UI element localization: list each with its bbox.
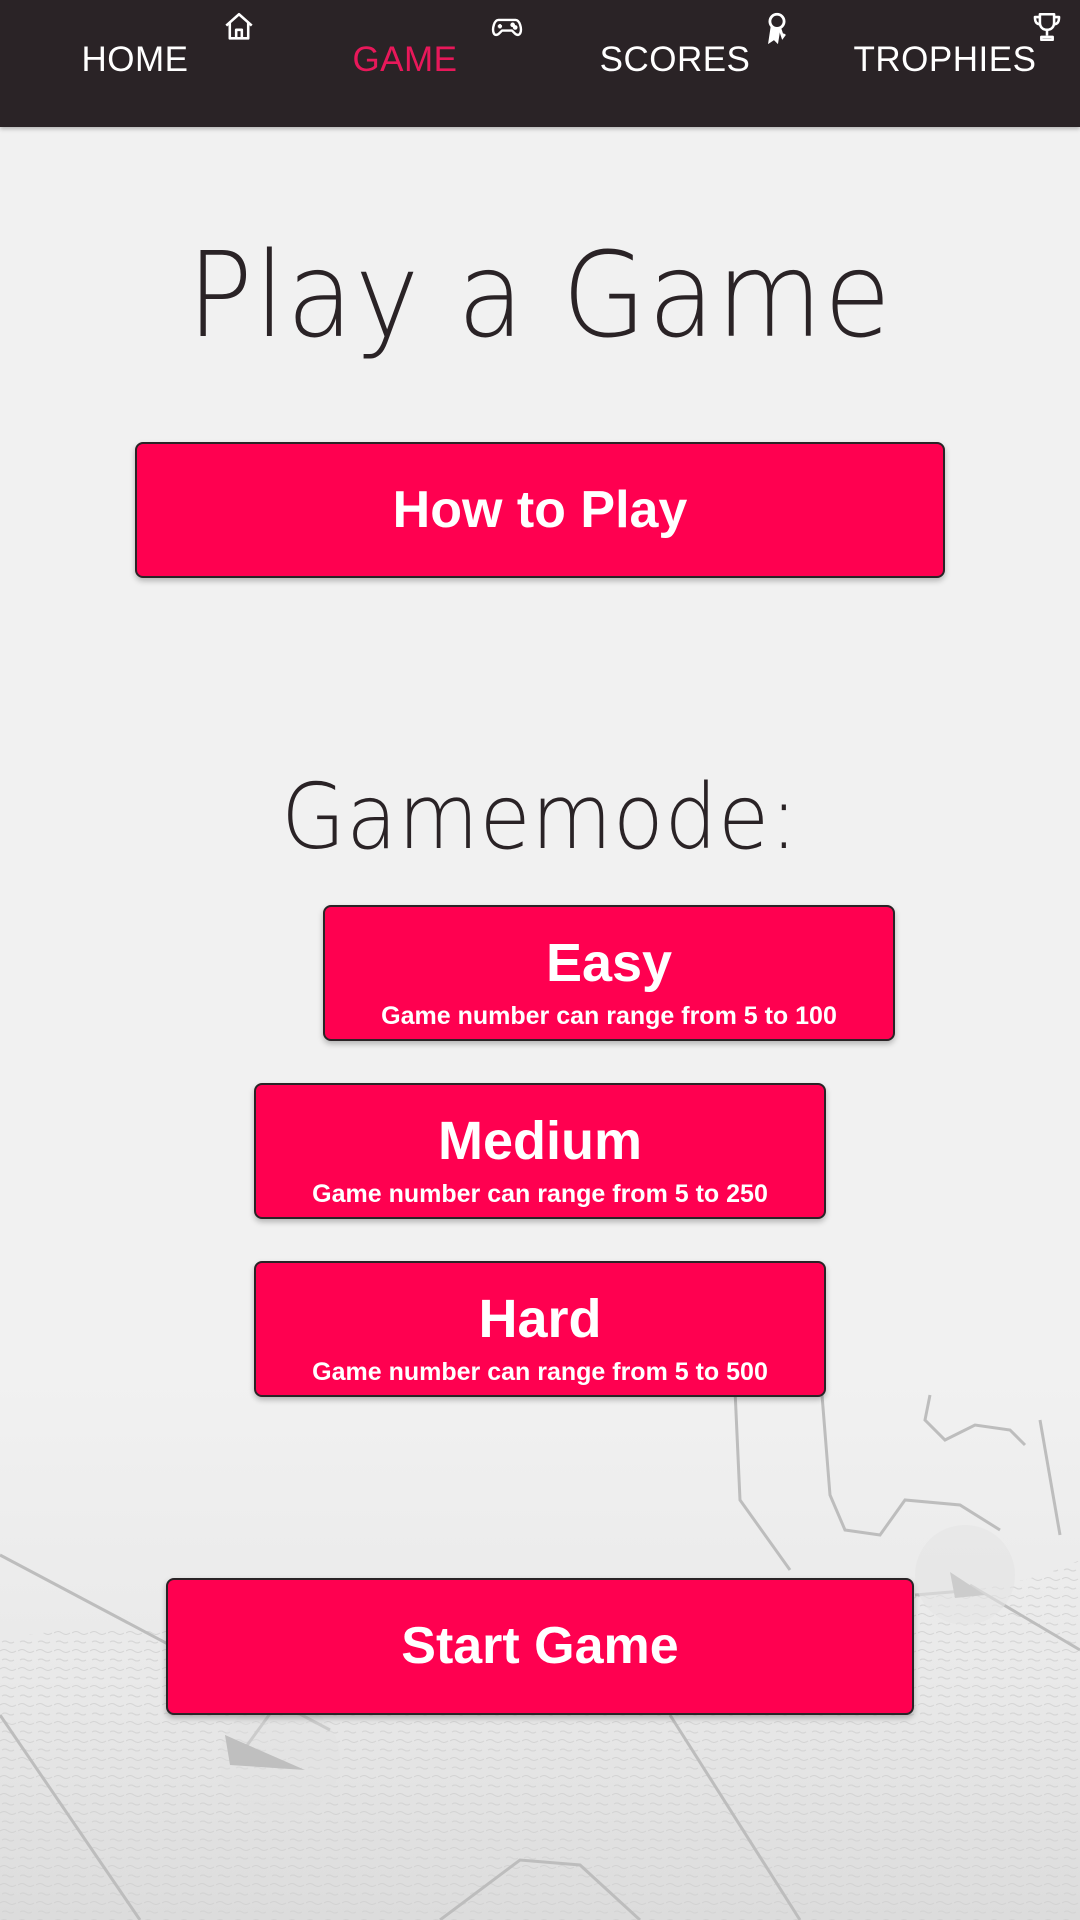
gamemode-hard-description: Game number can range from 5 to 500	[312, 1358, 768, 1386]
start-game-button[interactable]: Start Game	[166, 1578, 914, 1715]
how-to-play-label: How to Play	[392, 481, 688, 539]
trophy-icon	[1030, 10, 1064, 44]
gamemode-heading: Gamemode:	[281, 765, 799, 870]
gamemode-easy-description: Game number can range from 5 to 100	[381, 1002, 837, 1030]
gamemode-easy-button[interactable]: Easy Game number can range from 5 to 100	[323, 905, 895, 1041]
top-nav-bar: HOME GAME SCORES TROPHIES	[0, 0, 1080, 127]
gamemode-hard-button[interactable]: Hard Game number can range from 5 to 500	[254, 1261, 826, 1397]
nav-tab-home-label: HOME	[81, 40, 189, 79]
how-to-play-button[interactable]: How to Play	[135, 442, 945, 578]
nav-tab-scores-label: SCORES	[599, 40, 751, 79]
nav-tab-game[interactable]: GAME	[270, 0, 540, 127]
nav-tab-home[interactable]: HOME	[0, 0, 270, 127]
gamemode-medium-button[interactable]: Medium Game number can range from 5 to 2…	[254, 1083, 826, 1219]
game-page: HOME GAME SCORES TROPHIES Play a Game Ho…	[0, 0, 1080, 1920]
nav-tab-game-label: GAME	[352, 40, 458, 79]
gamemode-medium-description: Game number can range from 5 to 250	[312, 1180, 768, 1208]
nav-tab-trophies[interactable]: TROPHIES	[810, 0, 1080, 127]
gamemode-medium-title: Medium	[437, 1111, 642, 1171]
gamepad-icon	[490, 10, 524, 44]
home-icon	[222, 10, 256, 44]
page-title: Play a Game	[187, 226, 893, 364]
award-ribbon-icon	[760, 10, 794, 44]
start-game-label: Start Game	[401, 1617, 679, 1675]
nav-tab-trophies-label: TROPHIES	[853, 40, 1037, 79]
gamemode-hard-title: Hard	[478, 1289, 602, 1349]
gamemode-easy-title: Easy	[545, 933, 673, 993]
nav-tab-scores[interactable]: SCORES	[540, 0, 810, 127]
